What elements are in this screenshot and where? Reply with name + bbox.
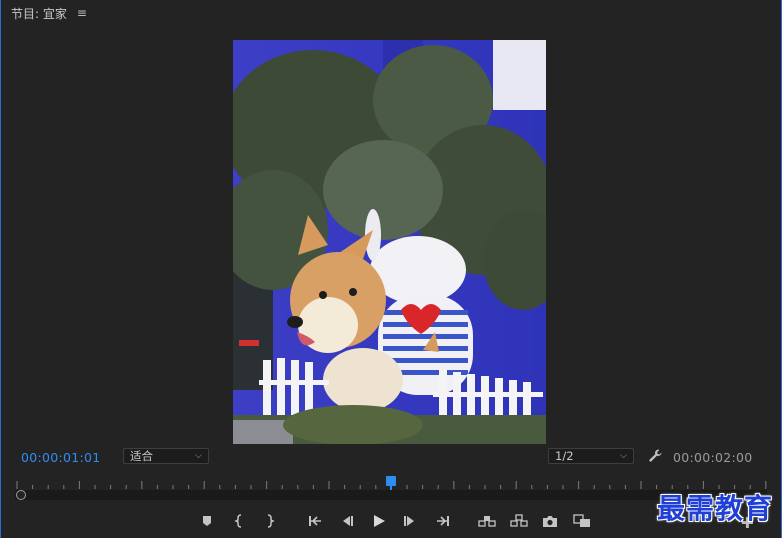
- timeline-scrubber[interactable]: [15, 476, 767, 502]
- lift-button[interactable]: [476, 512, 498, 530]
- go-to-in-button[interactable]: [305, 512, 327, 530]
- extract-icon: [509, 514, 528, 527]
- play-icon: [373, 515, 385, 527]
- go-to-out-button[interactable]: [431, 512, 453, 530]
- panel-titlebar: 节目: 宜家 ≡: [11, 4, 87, 22]
- playback-resolution-select[interactable]: 1/2 ⌵: [548, 448, 634, 464]
- watermark-logo: 最需教育: [657, 492, 774, 525]
- program-monitor-panel: 节目: 宜家 ≡ 00:00:01:01 适合 ⌵ 1/2 ⌵ 00:00:02…: [0, 0, 782, 538]
- step-back-button[interactable]: [336, 512, 358, 530]
- mark-out-icon: [267, 514, 275, 528]
- go-to-out-icon: [436, 516, 449, 526]
- fit-zoom-select[interactable]: 适合 ⌵: [123, 448, 209, 464]
- export-frame-button[interactable]: [539, 512, 561, 530]
- extract-button[interactable]: [508, 512, 530, 530]
- mark-out-button[interactable]: [259, 512, 281, 530]
- program-preview[interactable]: [233, 40, 546, 444]
- current-timecode[interactable]: 00:00:01:01: [21, 450, 101, 465]
- step-back-icon: [343, 516, 353, 526]
- wrench-icon[interactable]: [647, 448, 663, 464]
- scrubber-track[interactable]: [15, 490, 767, 500]
- go-to-in-icon: [308, 516, 321, 526]
- add-marker-button[interactable]: [196, 512, 218, 530]
- step-forward-button[interactable]: [399, 512, 421, 530]
- play-button[interactable]: [368, 512, 390, 530]
- panel-title[interactable]: 节目: 宜家: [11, 5, 67, 22]
- chevron-down-icon: ⌵: [195, 451, 202, 461]
- transport-controls: [196, 512, 602, 530]
- hamburger-icon[interactable]: ≡: [77, 6, 87, 20]
- duration-timecode: 00:00:02:00: [673, 450, 753, 465]
- marker-icon: [203, 516, 211, 526]
- playback-resolution-value: 1/2: [555, 449, 574, 463]
- in-point-marker[interactable]: [16, 490, 26, 500]
- preview-frame-image: [233, 40, 546, 444]
- mark-in-icon: [233, 514, 241, 528]
- fit-zoom-value: 适合: [130, 449, 153, 463]
- chevron-down-icon: ⌵: [620, 451, 627, 461]
- step-forward-icon: [404, 516, 414, 526]
- comparison-view-button[interactable]: [571, 512, 593, 530]
- compare-icon: [572, 514, 590, 527]
- camera-icon: [543, 515, 557, 527]
- mark-in-button[interactable]: [228, 512, 250, 530]
- playhead-line: [390, 484, 392, 490]
- lift-icon: [478, 516, 496, 527]
